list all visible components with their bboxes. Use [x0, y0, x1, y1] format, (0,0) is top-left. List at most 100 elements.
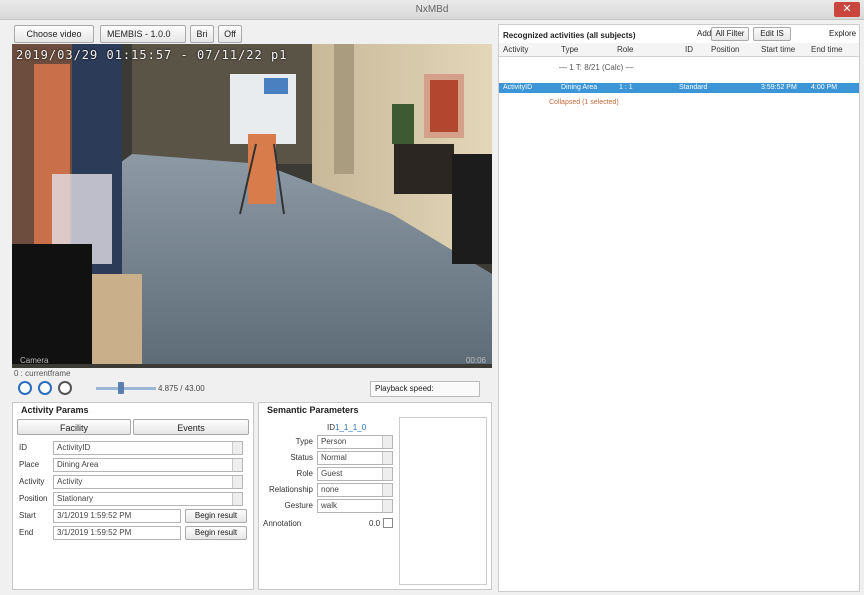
video-corner-left: Camera: [20, 356, 49, 365]
model-combo[interactable]: MEMBIS - 1.0.0: [100, 25, 186, 43]
activity-param-field[interactable]: ActivityID: [53, 441, 243, 455]
semantic-param-label: Status: [290, 453, 313, 462]
events-column-header[interactable]: ID: [685, 45, 693, 54]
activity-param-value: 3/1/2019 1:59:52 PM: [57, 511, 132, 520]
activity-param-field[interactable]: Dining Area: [53, 458, 243, 472]
video-player[interactable]: 2019/03/29 01:15:57 - 07/11/22 p1 Camera…: [12, 44, 492, 368]
events-header-control-1[interactable]: All Filter: [711, 27, 749, 41]
annotation-checkbox[interactable]: [383, 518, 393, 528]
begin-result-button[interactable]: Begin result: [185, 509, 247, 523]
activity-param-value: 3/1/2019 1:59:52 PM: [57, 528, 132, 537]
dropdown-arrow-icon: [232, 442, 242, 454]
activity-param-field[interactable]: 3/1/2019 1:59:52 PM: [53, 509, 181, 523]
activity-params-title: Activity Params: [21, 405, 89, 415]
semantic-param-field[interactable]: Guest: [317, 467, 393, 481]
video-timestamp: 2019/03/29 01:15:57 - 07/11/22 p1: [16, 48, 288, 62]
close-button[interactable]: ✕: [834, 2, 860, 17]
semantic-param-label: Type: [295, 437, 313, 446]
semantic-param-field[interactable]: none: [317, 483, 393, 497]
events-panel: Recognized activities (all subjects) Add…: [498, 24, 860, 592]
video-frame-image: [12, 44, 492, 368]
events-selected-cell: 4:00 PM: [811, 84, 838, 91]
events-selected-row[interactable]: ActivityID Dining Area 1 : 1 Standard 3:59:5…: [499, 83, 859, 93]
events-column-header[interactable]: Start time: [761, 45, 795, 54]
semantic-param-field[interactable]: Person: [317, 435, 393, 449]
events-group-label: — 1 T: 8/21 (Calc) —: [559, 63, 634, 72]
events-title: Recognized activities (all subjects): [503, 31, 636, 40]
activity-param-label: End: [19, 528, 34, 537]
tab-events[interactable]: Events: [133, 419, 249, 435]
window-title: NxMBd: [415, 4, 449, 15]
semantic-param-value: Person: [321, 437, 347, 446]
tab-facility[interactable]: Facility: [17, 419, 131, 435]
play-icon[interactable]: [38, 381, 52, 395]
seek-slider-track[interactable]: [96, 387, 156, 390]
events-column-header[interactable]: Type: [561, 45, 578, 54]
events-selected-cell: 1 : 1: [619, 84, 633, 91]
events-column-header[interactable]: Position: [711, 45, 739, 54]
events-selected-cell: Standard: [679, 84, 708, 91]
explore-button[interactable]: Explore: [829, 29, 856, 38]
activity-param-label: Place: [19, 460, 40, 469]
dropdown-arrow-icon: [382, 500, 392, 512]
annotation-value: 0.0: [369, 519, 381, 528]
activity-param-value: Dining Area: [57, 460, 99, 469]
dropdown-arrow-icon: [382, 452, 392, 464]
semantic-id-value: 1_1_1_0: [335, 423, 367, 432]
dropdown-arrow-icon: [232, 459, 242, 471]
title-bar: NxMBd ✕: [0, 0, 864, 20]
activity-param-label: Position: [19, 494, 48, 503]
events-header-control-2[interactable]: Edit IS: [753, 27, 791, 41]
activity-param-label: ID: [19, 443, 27, 452]
events-sub-row[interactable]: Collapsed (1 selected): [549, 99, 619, 106]
activity-param-field[interactable]: Activity: [53, 475, 243, 489]
activity-params-panel: Activity Params Facility Events ID Activi…: [12, 402, 254, 590]
semantic-preview-box: [399, 417, 487, 585]
toolbar-button-2[interactable]: Bri: [190, 25, 214, 43]
dropdown-arrow-icon: [232, 493, 242, 505]
semantic-param-value: Guest: [321, 469, 343, 478]
video-corner-right: 00:06: [465, 356, 486, 365]
activity-param-value: ActivityID: [57, 443, 91, 452]
activity-param-field[interactable]: Stationary: [53, 492, 243, 506]
frame-caption: 0 : currentframe: [14, 369, 71, 378]
semantic-param-value: walk: [321, 501, 338, 510]
events-selected-cell: 3:59:52 PM: [761, 84, 797, 91]
dropdown-arrow-icon: [382, 436, 392, 448]
stop-icon[interactable]: [58, 381, 72, 395]
activity-param-label: Start: [19, 511, 36, 520]
events-column-header[interactable]: Role: [617, 45, 633, 54]
semantic-id-label: ID: [327, 423, 335, 432]
activity-param-field[interactable]: 3/1/2019 1:59:52 PM: [53, 526, 181, 540]
toolbar-button-3[interactable]: Off: [218, 25, 242, 43]
events-column-header[interactable]: End time: [811, 45, 843, 54]
semantic-param-field[interactable]: walk: [317, 499, 393, 513]
events-header-control-0[interactable]: Add: [697, 29, 711, 38]
events-selected-cell: Dining Area: [561, 84, 598, 91]
semantic-params-panel: Semantic Parameters ID 1_1_1_0 Type Perso…: [258, 402, 492, 590]
events-selected-cell: ActivityID: [503, 84, 533, 91]
dropdown-arrow-icon: [232, 476, 242, 488]
seek-slider-thumb[interactable]: [118, 382, 124, 394]
begin-result-button[interactable]: Begin result: [185, 526, 247, 540]
semantic-param-field[interactable]: Normal: [317, 451, 393, 465]
playback-bar: 4.875 / 43.00 Playback speed:: [14, 379, 494, 399]
semantic-param-label: Role: [296, 469, 313, 478]
activity-param-value: Activity: [57, 477, 83, 486]
playback-speed[interactable]: Playback speed:: [370, 381, 480, 397]
model-combo-value: MEMBIS - 1.0.0: [107, 29, 171, 39]
semantic-params-title: Semantic Parameters: [267, 405, 359, 415]
annotation-label: Annotation: [263, 519, 302, 528]
semantic-param-label: Gesture: [284, 501, 313, 510]
events-table-header: Activity Type Role ID Position Start time End …: [499, 43, 859, 57]
semantic-param-label: Relationship: [268, 485, 313, 494]
semantic-param-value: none: [321, 485, 339, 494]
events-column-header[interactable]: Activity: [503, 45, 528, 54]
dropdown-arrow-icon: [382, 468, 392, 480]
activity-param-label: Activity: [19, 477, 45, 486]
choose-video-button[interactable]: Choose video: [14, 25, 94, 43]
rewind-icon[interactable]: [18, 381, 32, 395]
activity-param-value: Stationary: [57, 494, 94, 503]
semantic-param-value: Normal: [321, 453, 347, 462]
playback-time: 4.875 / 43.00: [158, 384, 205, 393]
